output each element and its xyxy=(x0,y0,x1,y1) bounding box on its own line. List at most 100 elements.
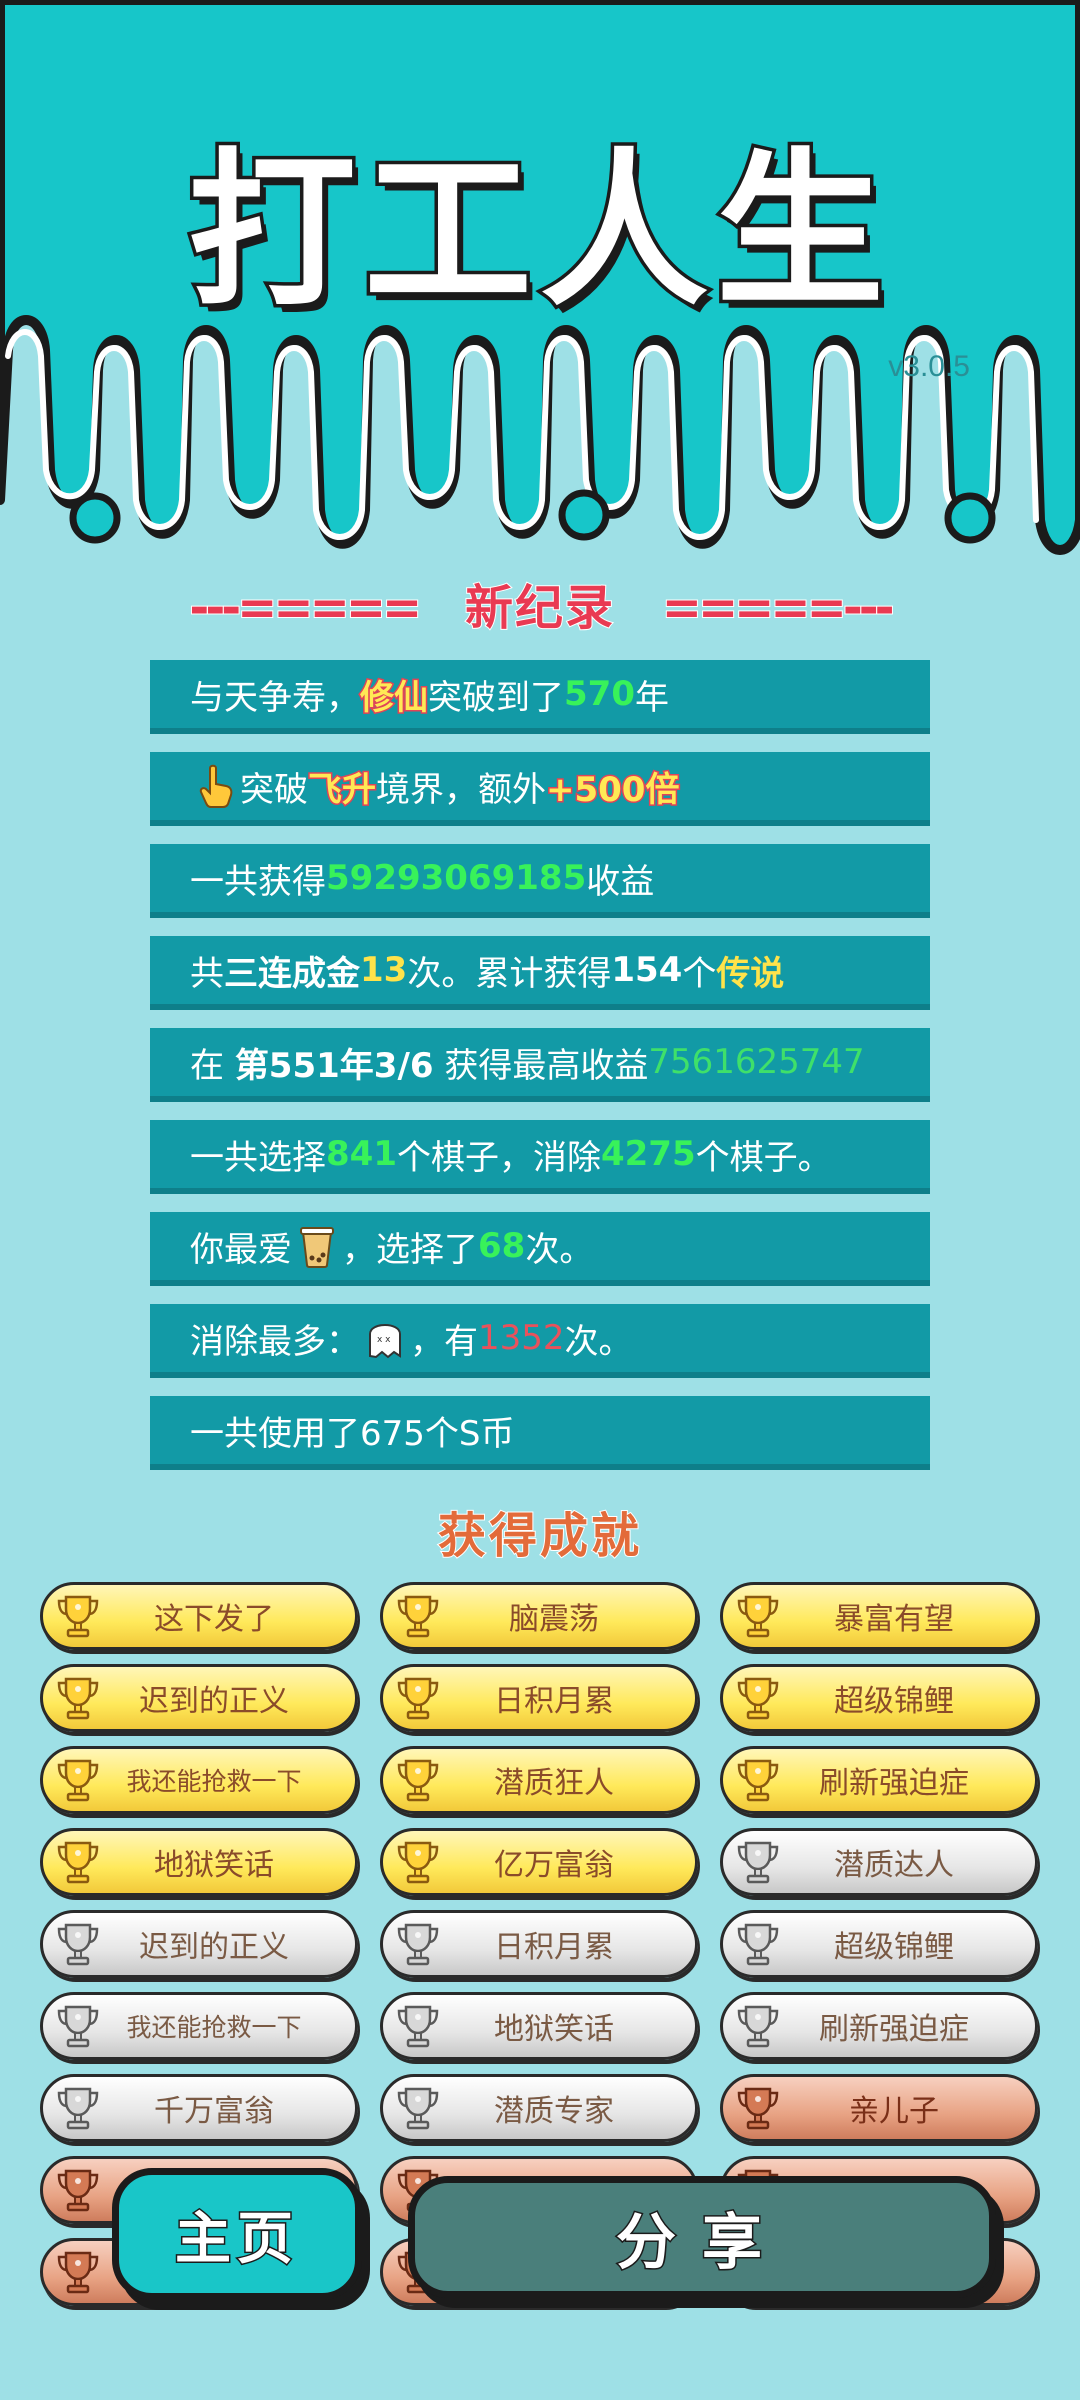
trophy-icon xyxy=(57,1677,99,1720)
stat-text: 共 xyxy=(190,953,224,994)
stat-text: 消除最多： xyxy=(190,1321,360,1362)
trophy-icon xyxy=(737,1923,779,1966)
trophy-icon xyxy=(57,2169,99,2212)
stat-text: 获得最高收益 xyxy=(433,1045,649,1086)
trophy-icon xyxy=(57,1595,99,1638)
trophy-icon xyxy=(397,2005,439,2048)
trophy-icon xyxy=(737,2005,779,2048)
stat-row-most-cleared: 消除最多： x x ，有 1352 次。 xyxy=(150,1304,930,1378)
stat-number: 4275 xyxy=(600,1134,696,1174)
trophy-icon xyxy=(397,1759,439,1802)
achievement-badge: 我还能抢救一下 xyxy=(40,1992,358,2060)
stat-number: 59293069185 xyxy=(326,858,587,898)
stat-text: 一共获得 xyxy=(190,861,326,902)
achievement-label: 潜质狂人 xyxy=(494,1766,614,1801)
achievement-badge: 日积月累 xyxy=(380,1664,698,1732)
stat-text: 年 xyxy=(634,677,669,718)
stat-text: 个 xyxy=(682,953,717,994)
stat-text: 一共使用了675个S币 xyxy=(190,1413,515,1454)
share-button[interactable]: 分享 xyxy=(408,2176,996,2298)
version-label: v3.0.5 xyxy=(888,350,970,383)
trophy-icon xyxy=(57,1841,99,1884)
stat-row-lifespan: 与天争寿， 修仙 突破到了 570 年 xyxy=(150,660,930,734)
achievement-label: 潜质专家 xyxy=(494,2094,614,2129)
achievement-label: 刷新强迫症 xyxy=(819,1766,969,1801)
trophy-icon xyxy=(737,1595,779,1638)
stat-number: 7561625747 xyxy=(648,1042,865,1082)
achievement-badge: 亲儿子 xyxy=(720,2074,1038,2142)
trophy-icon xyxy=(737,1677,779,1720)
stat-text: 个棋子。 xyxy=(695,1137,832,1178)
trophy-icon xyxy=(57,1923,99,1966)
stat-date: 第551年3/6 xyxy=(234,1045,434,1086)
trophy-icon xyxy=(57,2005,99,2048)
stat-text: 收益 xyxy=(586,861,655,902)
achievement-badge: 亿万富翁 xyxy=(380,1828,698,1896)
achievement-badge: 地狱笑话 xyxy=(40,1828,358,1896)
new-record-label: 新纪录 xyxy=(464,579,615,637)
achievement-label: 脑震荡 xyxy=(509,1602,599,1637)
stat-row-best-income: 在 第551年3/6 获得最高收益 7561625747 xyxy=(150,1028,930,1102)
achievement-label: 我还能抢救一下 xyxy=(126,2013,302,2042)
achievement-label: 这下发了 xyxy=(154,1602,274,1637)
stat-text: ，选择了 xyxy=(342,1229,478,1270)
pointing-hand-icon xyxy=(199,764,233,808)
achievement-label: 超级锦鲤 xyxy=(834,1930,954,1965)
achievement-label: 亲儿子 xyxy=(849,2094,939,2129)
right-dashes: =====--- xyxy=(661,579,896,637)
trophy-icon xyxy=(397,1841,439,1884)
new-record-heading: ---===== 新纪录 =====--- xyxy=(0,568,1080,638)
trophy-icon xyxy=(737,1759,779,1802)
achievement-badge: 刷新强迫症 xyxy=(720,1746,1038,1814)
stat-number: 841 xyxy=(326,1134,397,1174)
stat-highlight: 修仙 xyxy=(359,676,430,719)
achievement-badge: 潜质专家 xyxy=(380,2074,698,2142)
stat-text: 个棋子，消除 xyxy=(396,1137,601,1178)
stat-number: 13 xyxy=(360,950,408,990)
achievement-label: 日积月累 xyxy=(494,1684,614,1719)
trophy-icon xyxy=(57,1759,99,1802)
stat-highlight: 飞升 xyxy=(307,768,378,811)
trophy-icon xyxy=(737,2087,779,2130)
achievement-badge: 我还能抢救一下 xyxy=(40,1746,358,1814)
achievement-label: 暴富有望 xyxy=(834,1602,954,1637)
trophy-icon xyxy=(57,2087,99,2130)
stat-number: 570 xyxy=(564,674,635,714)
stat-text: 次。 xyxy=(525,1229,594,1270)
achievement-label: 地狱笑话 xyxy=(154,1848,274,1883)
stat-row-total-income: 一共获得 59293069185 收益 xyxy=(150,844,930,918)
stat-text: 突破到了 xyxy=(428,677,564,718)
stat-highlight: +500倍 xyxy=(544,768,680,811)
stat-number: 154 xyxy=(611,950,683,990)
achievement-badge: 超级锦鲤 xyxy=(720,1664,1038,1732)
achievement-badge: 刷新强迫症 xyxy=(720,1992,1038,2060)
achievement-label: 潜质达人 xyxy=(834,1848,954,1883)
trophy-icon xyxy=(737,1841,779,1884)
achievement-label: 地狱笑话 xyxy=(494,2012,614,2047)
achievement-label: 刷新强迫症 xyxy=(819,2012,969,2047)
achievement-badge: 千万富翁 xyxy=(40,2074,358,2142)
ghost-icon: x x xyxy=(369,1324,401,1359)
stats-list: 与天争寿， 修仙 突破到了 570 年 突破 飞升 境界，额外 +500倍 一共… xyxy=(150,660,930,1488)
stat-text: ，有 xyxy=(410,1321,478,1362)
achievement-label: 迟到的正义 xyxy=(139,1684,289,1719)
achievement-badge: 暴富有望 xyxy=(720,1582,1038,1650)
trophy-icon xyxy=(397,1595,439,1638)
achievement-label: 超级锦鲤 xyxy=(834,1684,954,1719)
stat-bold: 三连成金 xyxy=(224,953,360,994)
achievement-badge: 地狱笑话 xyxy=(380,1992,698,2060)
stat-text: 一共选择 xyxy=(190,1137,326,1178)
stat-text: 次。 xyxy=(564,1321,633,1362)
achievement-label: 千万富翁 xyxy=(154,2094,274,2129)
achievement-badge: 迟到的正义 xyxy=(40,1910,358,1978)
stat-text: 境界，额外 xyxy=(376,769,546,810)
stat-number: 1352 xyxy=(478,1318,565,1358)
achievement-badge: 日积月累 xyxy=(380,1910,698,1978)
stat-text: 与天争寿， xyxy=(190,677,360,718)
stat-number: 68 xyxy=(478,1226,526,1266)
achievement-label: 日积月累 xyxy=(494,1930,614,1965)
stat-row-coins: 一共使用了675个S币 xyxy=(150,1396,930,1470)
home-button[interactable]: 主页 xyxy=(112,2168,362,2300)
stat-row-favorite: 你最爱 ，选择了 68 次。 xyxy=(150,1212,930,1286)
app-title: 打工人生 xyxy=(185,130,892,333)
